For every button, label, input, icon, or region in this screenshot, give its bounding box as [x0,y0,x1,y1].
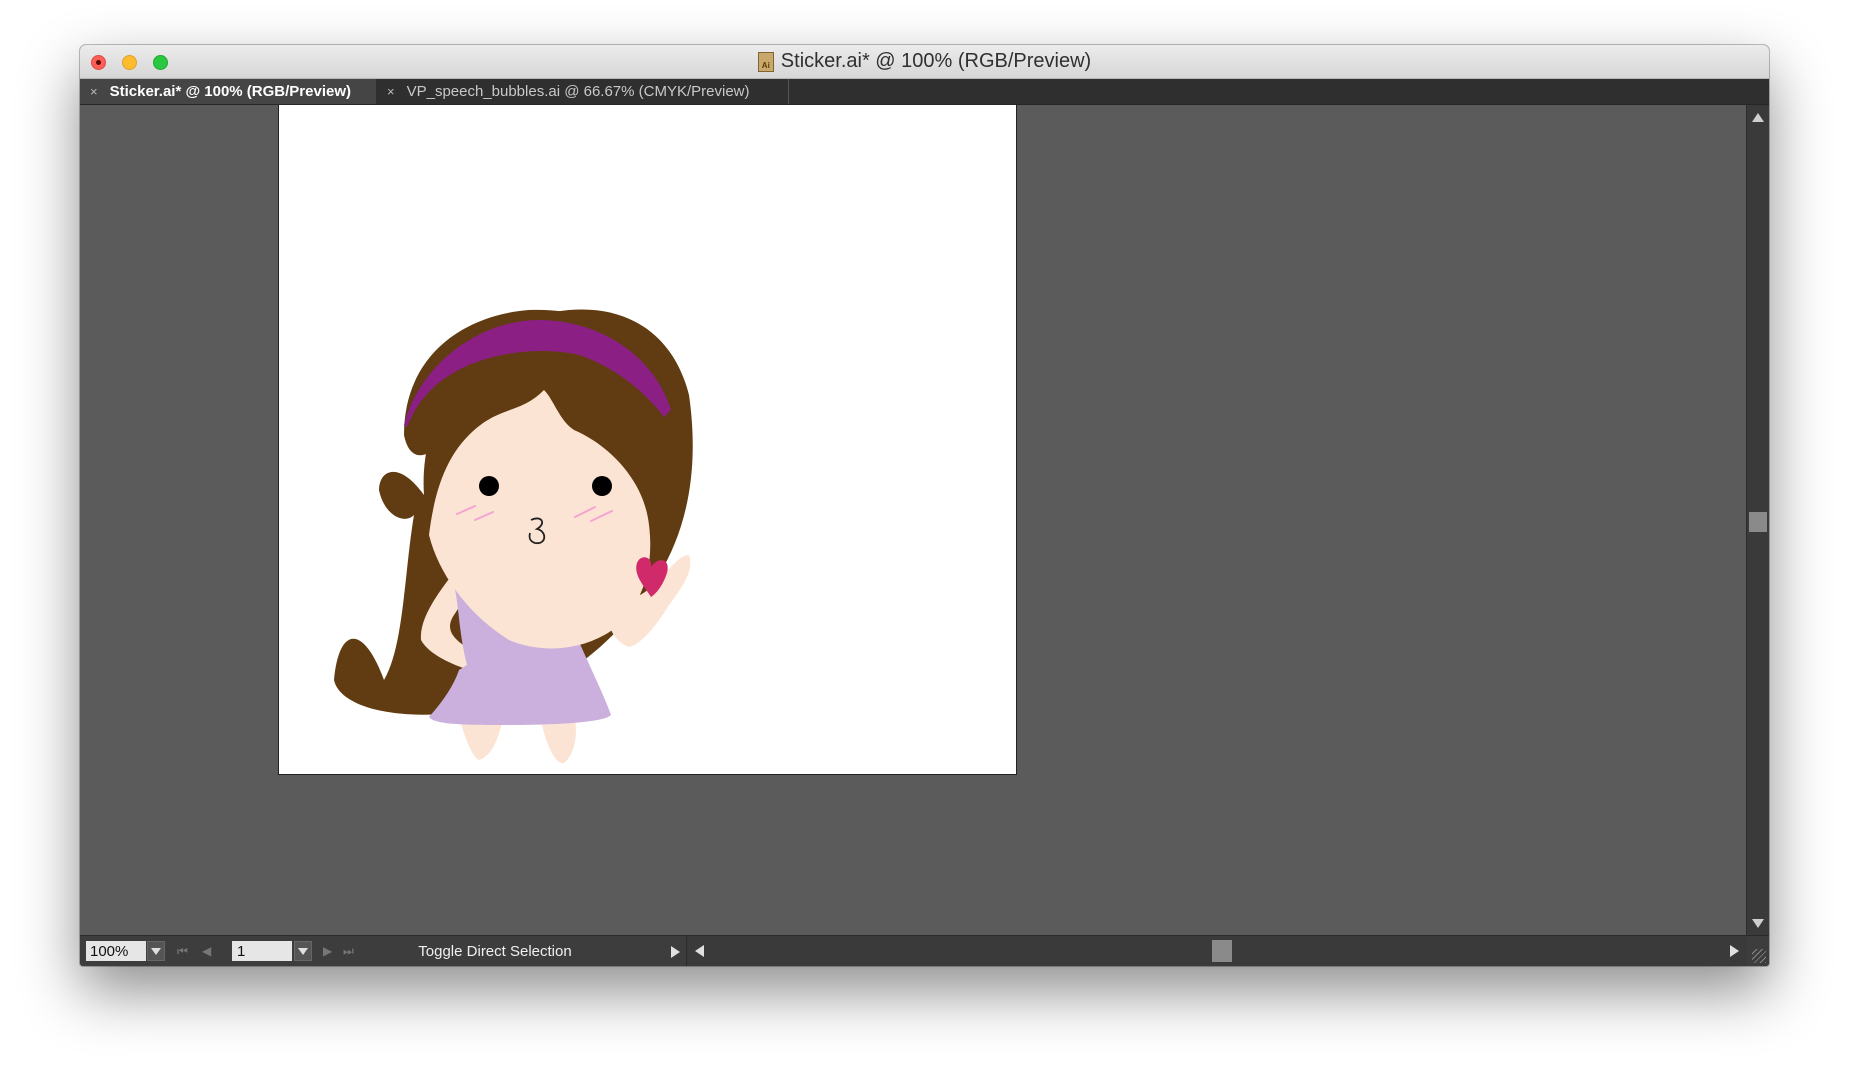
status-bar: 100% ⏮ ◀ 1 ▶ ⏭ Toggle Direct Selection [80,935,1769,966]
artboard[interactable] [278,105,1017,775]
doc-icon-label: Ai [761,60,770,70]
window-title-wrap: Ai Sticker.ai* @ 100% (RGB/Preview) [80,45,1769,78]
vertical-scrollbar[interactable] [1746,105,1769,936]
previous-artboard-icon[interactable]: ◀ [202,944,211,958]
close-tab-icon[interactable]: × [90,84,98,99]
scroll-right-icon[interactable] [1730,945,1739,957]
status-info[interactable]: Toggle Direct Selection [370,936,620,966]
tab-label: VP_speech_bubbles.ai @ 66.67% (CMYK/Prev… [406,83,750,100]
horizontal-scrollbar[interactable] [686,936,1747,966]
tab-sticker[interactable]: × Sticker.ai* @ 100% (RGB/Preview) [80,79,376,104]
last-artboard-icon[interactable]: ⏭ [343,944,354,959]
illustrator-window: Ai Sticker.ai* @ 100% (RGB/Preview) × St… [80,45,1769,966]
vertical-scroll-thumb[interactable] [1749,512,1767,532]
artboard-dropdown-icon[interactable] [294,941,312,961]
sticker-illustration[interactable] [279,105,1016,774]
window-title: Sticker.ai* @ 100% (RGB/Preview) [780,50,1092,72]
right-eye [592,476,612,496]
ai-document-icon: Ai [757,51,774,72]
tab-speech-bubbles[interactable]: × VP_speech_bubbles.ai @ 66.67% (CMYK/Pr… [377,79,789,104]
artboard-number-field[interactable]: 1 [232,941,292,961]
zoom-dropdown-icon[interactable] [147,941,165,961]
resize-grip-icon[interactable] [1752,949,1766,963]
document-canvas[interactable] [80,105,1746,936]
tab-label: Sticker.ai* @ 100% (RGB/Preview) [109,83,351,100]
next-artboard-icon[interactable]: ▶ [323,944,332,958]
scroll-up-icon[interactable] [1752,113,1764,122]
close-tab-icon[interactable]: × [387,84,395,99]
scroll-down-icon[interactable] [1752,919,1764,928]
first-artboard-icon[interactable]: ⏮ [177,944,188,959]
status-menu-icon[interactable] [671,946,680,958]
zoom-field[interactable]: 100% [86,941,146,961]
left-eye [479,476,499,496]
document-tab-bar: × Sticker.ai* @ 100% (RGB/Preview) × VP_… [80,79,1769,105]
horizontal-scroll-thumb[interactable] [1212,940,1232,962]
scroll-left-icon[interactable] [695,945,704,957]
title-bar: Ai Sticker.ai* @ 100% (RGB/Preview) [80,45,1769,79]
